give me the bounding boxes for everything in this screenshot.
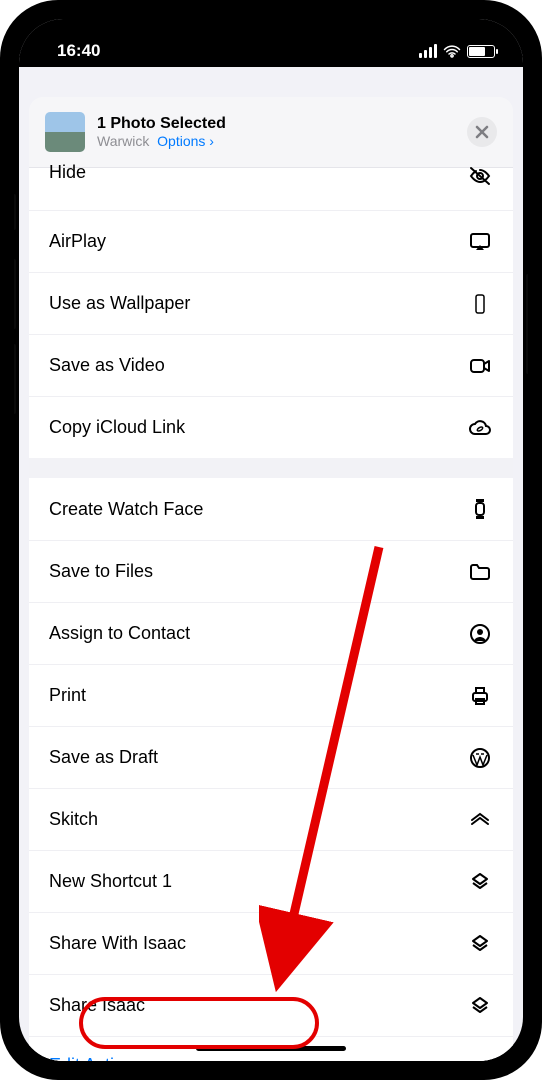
action-assign-contact[interactable]: Assign to Contact: [29, 602, 513, 664]
action-list: Hide AirPlay Use as Wallpaper Save as Vi…: [29, 168, 513, 1061]
photo-thumbnail[interactable]: [45, 112, 85, 152]
status-indicators: [419, 44, 495, 58]
options-link[interactable]: Options: [157, 133, 214, 149]
row-label: Save as Video: [49, 355, 467, 376]
close-button[interactable]: [467, 117, 497, 147]
notch: [166, 19, 376, 49]
status-time: 16:40: [57, 41, 100, 61]
row-label: Hide: [49, 162, 467, 183]
row-label: New Shortcut 1: [49, 871, 467, 892]
action-shortcut-1[interactable]: New Shortcut 1: [29, 850, 513, 912]
row-label: Share With Isaac: [49, 933, 467, 954]
cellular-icon: [419, 44, 437, 58]
phone-icon: [467, 292, 493, 316]
edit-label: Edit Actions...: [49, 1055, 158, 1061]
action-share-isaac[interactable]: Share Isaac: [29, 974, 513, 1036]
action-save-video[interactable]: Save as Video: [29, 334, 513, 396]
action-print[interactable]: Print: [29, 664, 513, 726]
home-indicator[interactable]: [196, 1046, 346, 1051]
row-label: Use as Wallpaper: [49, 293, 467, 314]
sheet-header: 1 Photo Selected Warwick Options: [29, 97, 513, 168]
battery-icon: [467, 45, 495, 58]
row-label: Save as Draft: [49, 747, 467, 768]
screen: 16:40 1 Photo Selected Warwick Options: [19, 19, 523, 1061]
sheet-subtitle: Warwick: [97, 133, 149, 149]
cloud-link-icon: [467, 416, 493, 440]
action-watch-face[interactable]: Create Watch Face: [29, 478, 513, 540]
action-share-with-isaac[interactable]: Share With Isaac: [29, 912, 513, 974]
airplay-icon: [467, 230, 493, 254]
phone-frame: 16:40 1 Photo Selected Warwick Options: [0, 0, 542, 1080]
action-hide[interactable]: Hide: [29, 168, 513, 210]
row-label: Print: [49, 685, 467, 706]
row-label: Share Isaac: [49, 995, 467, 1016]
action-icloud-link[interactable]: Copy iCloud Link: [29, 396, 513, 458]
wordpress-icon: [467, 746, 493, 770]
row-label: Copy iCloud Link: [49, 417, 467, 438]
action-airplay[interactable]: AirPlay: [29, 210, 513, 272]
row-label: Assign to Contact: [49, 623, 467, 644]
action-wallpaper[interactable]: Use as Wallpaper: [29, 272, 513, 334]
row-label: Skitch: [49, 809, 467, 830]
sheet-title: 1 Photo Selected: [97, 115, 467, 133]
print-icon: [467, 684, 493, 708]
video-icon: [467, 354, 493, 378]
action-save-draft[interactable]: Save as Draft: [29, 726, 513, 788]
action-save-files[interactable]: Save to Files: [29, 540, 513, 602]
contact-icon: [467, 622, 493, 646]
action-skitch[interactable]: Skitch: [29, 788, 513, 850]
wifi-icon: [443, 44, 461, 58]
shortcuts-icon: [467, 994, 493, 1018]
skitch-icon: [467, 808, 493, 832]
row-label: AirPlay: [49, 231, 467, 252]
row-label: Create Watch Face: [49, 499, 467, 520]
close-icon: [475, 125, 489, 139]
row-label: Save to Files: [49, 561, 467, 582]
folder-icon: [467, 560, 493, 584]
shortcuts-icon: [467, 870, 493, 894]
share-sheet: 1 Photo Selected Warwick Options Hide Ai…: [29, 97, 513, 1061]
eye-slash-icon: [467, 164, 493, 188]
shortcuts-icon: [467, 932, 493, 956]
watch-icon: [467, 497, 493, 521]
